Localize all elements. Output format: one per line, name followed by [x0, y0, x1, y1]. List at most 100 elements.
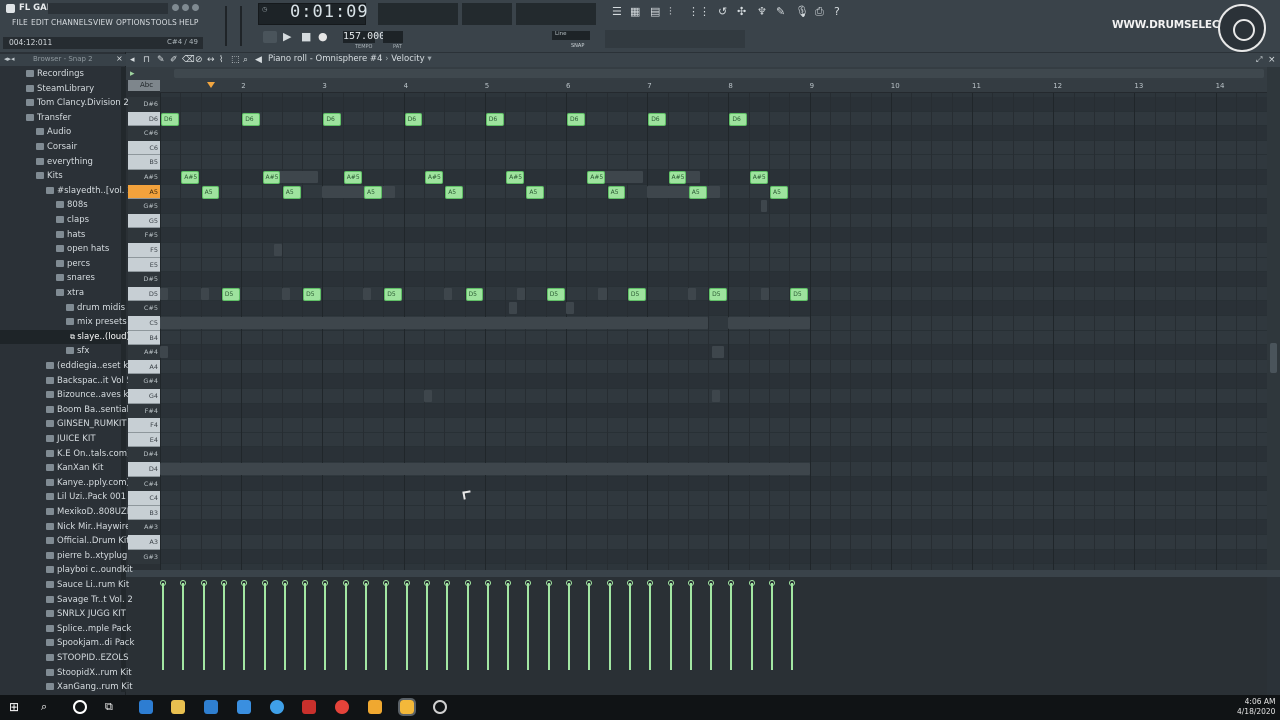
mixer-levels-icon[interactable]: ♆: [757, 6, 767, 18]
velocity-bar[interactable]: [669, 582, 672, 670]
task-view-icon[interactable]: ⧉: [105, 700, 119, 714]
velocity-handle[interactable]: [566, 579, 572, 586]
playback-tool-icon[interactable]: ◀: [255, 54, 262, 66]
piano-key-fs4[interactable]: F#4: [128, 403, 160, 419]
piano-key-as4[interactable]: A#4: [128, 345, 160, 360]
midi-note[interactable]: A#5: [749, 171, 768, 184]
browser-item-41[interactable]: StoopidX..rum Kit: [0, 666, 132, 681]
midi-note[interactable]: A5: [526, 185, 545, 199]
velocity-bar[interactable]: [547, 582, 550, 670]
piano-key-fs5[interactable]: F#5: [128, 228, 160, 243]
browser-item-1[interactable]: SteamLibrary: [0, 82, 121, 97]
midi-note[interactable]: D6: [485, 112, 504, 126]
browser-item-30[interactable]: MexikoD..808UZII: [0, 505, 132, 520]
velocity-handle[interactable]: [180, 579, 187, 586]
piano-key-as5[interactable]: A#5: [128, 170, 160, 185]
velocity-handle[interactable]: [748, 579, 755, 586]
browser-item-7[interactable]: Kits: [0, 169, 121, 184]
piano-key-c4[interactable]: C4: [128, 491, 160, 506]
event-editor-divider[interactable]: [126, 570, 1280, 577]
pencil-tool-icon[interactable]: ✎: [157, 54, 165, 66]
minimize-icon[interactable]: [172, 4, 179, 11]
velocity-handle[interactable]: [545, 579, 552, 586]
velocity-handle[interactable]: [606, 579, 613, 586]
velocity-handle[interactable]: [464, 579, 471, 586]
velocity-handle[interactable]: [342, 579, 349, 586]
midi-note[interactable]: A5: [364, 185, 382, 199]
midi-note[interactable]: A#5: [506, 171, 524, 184]
browser-item-25[interactable]: JUICE KIT: [0, 432, 121, 447]
channel-rack-icon[interactable]: ▤: [650, 6, 660, 18]
mute-tool-icon[interactable]: ⊘: [195, 54, 203, 66]
midi-note[interactable]: A5: [688, 185, 707, 199]
browser-item-4[interactable]: Audio: [0, 125, 121, 140]
help-icon[interactable]: ?: [834, 6, 840, 18]
browser-item-27[interactable]: KanXan Kit: [0, 461, 121, 476]
midi-note[interactable]: D5: [627, 287, 646, 301]
browser-item-26[interactable]: K.E On..tals.com): [0, 447, 130, 462]
browser-item-22[interactable]: Bizounce..aves kit: [0, 388, 134, 403]
velocity-bar[interactable]: [608, 582, 611, 670]
piano-key-cs6[interactable]: C#6: [128, 126, 160, 141]
midi-note[interactable]: D5: [709, 287, 727, 301]
piano-key-b3[interactable]: B3: [128, 505, 160, 521]
browser-item-11[interactable]: hats: [0, 228, 121, 243]
playlist-icon[interactable]: ☰: [612, 6, 622, 18]
vertical-scrollbar[interactable]: [1267, 67, 1280, 570]
midi-note[interactable]: D5: [546, 287, 565, 301]
velocity-handle[interactable]: [281, 579, 288, 586]
piano-key-d6[interactable]: D6: [128, 111, 160, 127]
midi-note[interactable]: D6: [242, 112, 261, 126]
menu-tools[interactable]: TOOLS: [151, 18, 177, 27]
velocity-handle[interactable]: [586, 579, 593, 586]
cortana-icon[interactable]: [73, 700, 87, 714]
midi-note[interactable]: D5: [221, 287, 240, 301]
system-clock[interactable]: 4:06 AM 4/18/2020: [1237, 697, 1275, 717]
midi-note[interactable]: A5: [770, 185, 788, 199]
browser-item-31[interactable]: Nick Mir..Haywire: [0, 520, 130, 535]
close-icon[interactable]: [192, 4, 199, 11]
velocity-bar[interactable]: [750, 582, 753, 670]
browser-item-29[interactable]: Lil Uzi..Pack 001: [0, 490, 126, 505]
horizontal-scrollbar-thumb[interactable]: [174, 69, 1264, 78]
velocity-bar[interactable]: [710, 582, 713, 670]
midi-note[interactable]: D5: [303, 287, 321, 301]
browser-item-36[interactable]: Savage Tr..t Vol. 2: [0, 593, 133, 608]
master-volume-slider[interactable]: [225, 6, 227, 46]
velocity-handle[interactable]: [403, 579, 410, 586]
velocity-bar[interactable]: [365, 582, 367, 670]
velocity-bar[interactable]: [446, 582, 449, 670]
velocity-bar[interactable]: [243, 582, 246, 670]
midi-note[interactable]: D5: [384, 287, 403, 301]
velocity-handle[interactable]: [789, 579, 796, 586]
browser-item-12[interactable]: open hats: [0, 242, 121, 257]
browser-item-3[interactable]: Transfer: [0, 111, 121, 126]
piano-key-cs4[interactable]: C#4: [128, 476, 160, 492]
velocity-bar[interactable]: [222, 582, 225, 670]
velocity-handle[interactable]: [484, 579, 491, 586]
piano-key-gs3[interactable]: G#3: [128, 549, 160, 565]
piano-key-c6[interactable]: C6: [128, 140, 160, 156]
antivirus-icon[interactable]: [302, 700, 316, 714]
delete-tool-icon[interactable]: ⌫: [182, 54, 195, 66]
play-icon[interactable]: ▶: [283, 31, 291, 43]
pattern-selector[interactable]: [383, 31, 403, 43]
velocity-bar[interactable]: [162, 582, 164, 670]
piano-key-g4[interactable]: G4: [128, 389, 160, 404]
midi-note[interactable]: A5: [282, 185, 301, 199]
browser-item-28[interactable]: Kanye..pply.com): [0, 476, 130, 491]
piano-roll-close-icon[interactable]: ×: [1268, 54, 1276, 66]
velocity-bar[interactable]: [689, 582, 692, 670]
zoom-tool-icon[interactable]: ⌕: [243, 54, 248, 66]
velocity-handle[interactable]: [302, 579, 309, 586]
piano-key-ds6[interactable]: D#6: [128, 97, 160, 112]
velocity-bar[interactable]: [283, 582, 286, 670]
browser-item-24[interactable]: GINSEN_RUMKIT: [0, 417, 127, 432]
playhead-icon[interactable]: [207, 82, 215, 88]
velocity-bar[interactable]: [202, 582, 205, 670]
velocity-handle[interactable]: [505, 579, 512, 586]
browser-close-icon[interactable]: ×: [116, 54, 123, 63]
velocity-bar[interactable]: [263, 582, 266, 670]
piano-key-ds5[interactable]: D#5: [128, 272, 160, 287]
magnet-icon[interactable]: ⊓: [143, 54, 150, 66]
